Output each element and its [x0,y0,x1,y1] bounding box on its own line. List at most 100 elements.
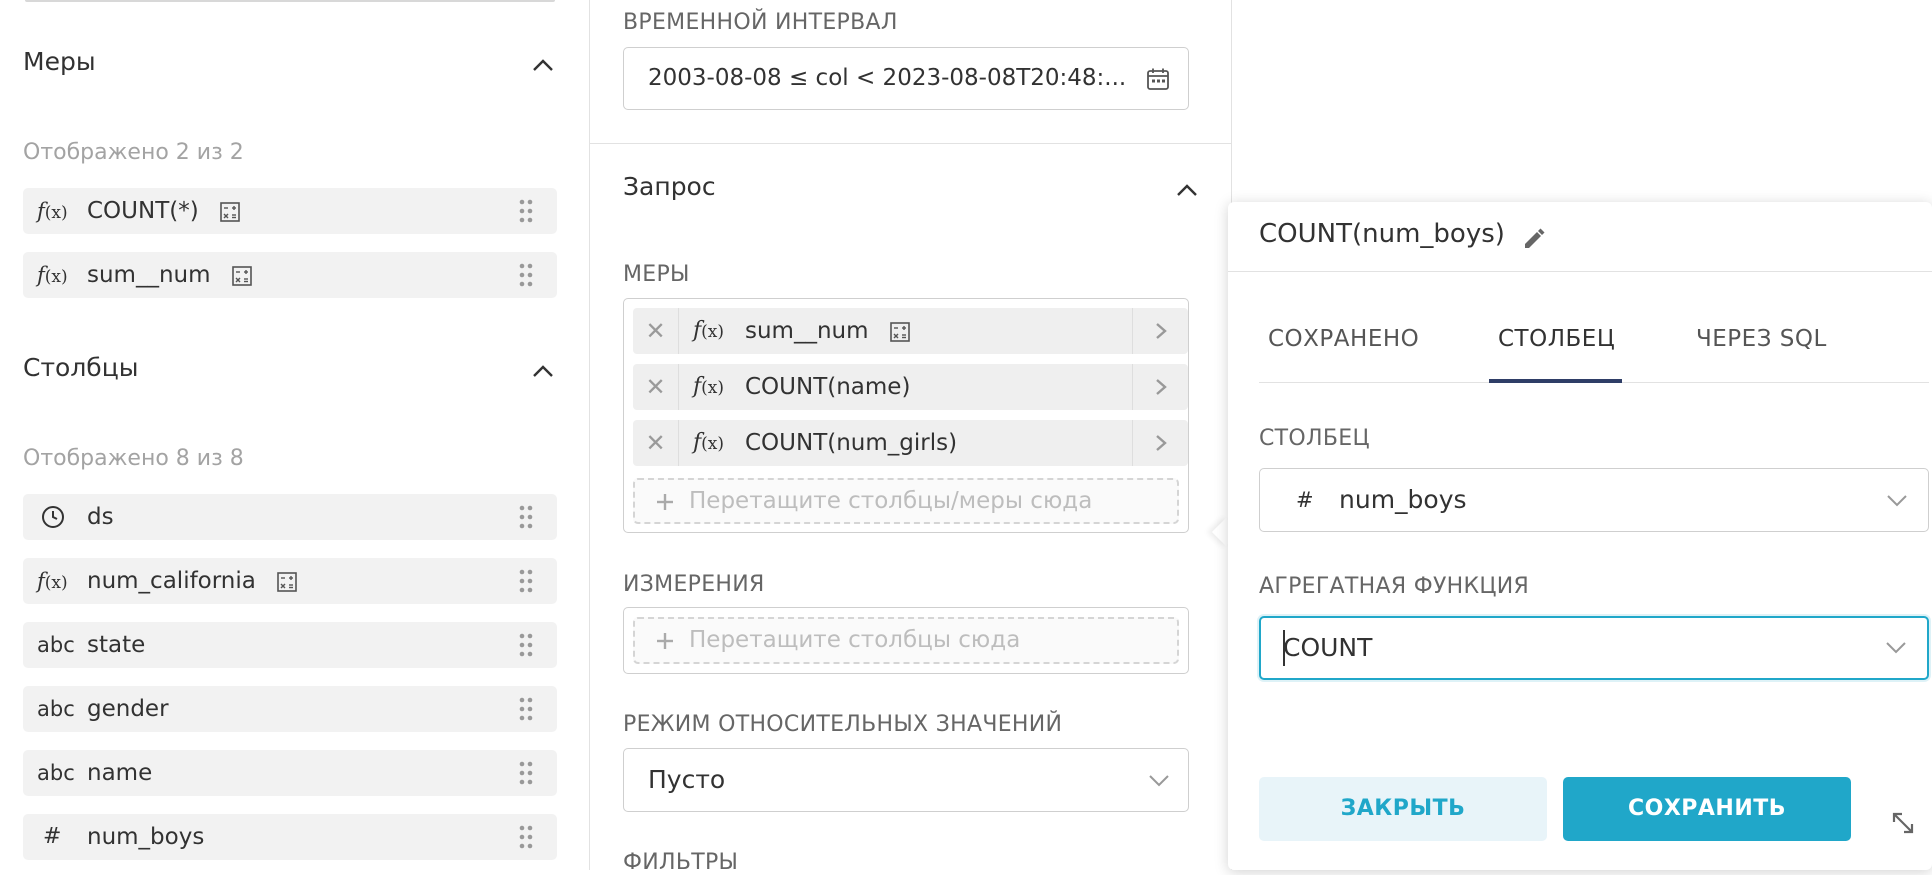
dimensions-dropzone-text: Перетащите столбцы сюда [689,627,1021,653]
metrics-section-title[interactable]: Меры [23,47,96,76]
plus-icon [657,633,673,649]
calculator-icon [220,201,240,222]
column-value: num_boys [1339,485,1467,514]
relative-mode-select[interactable]: Пусто [623,748,1189,812]
time-range-field[interactable]: 2003-08-08 ≤ col < 2023-08-08T20:48:... [623,47,1189,110]
time-range-value: 2003-08-08 ≤ col < 2023-08-08T20:48:... [648,65,1127,91]
metric-label: COUNT(*) [87,198,199,224]
list-item[interactable]: # num_boys [23,814,557,860]
time-range-label: ВРЕМЕННОЙ ИНТЕРВАЛ [623,10,898,35]
metric-label: sum__num [87,262,211,288]
function-icon: f(x) [37,263,68,287]
dimensions-label: ИЗМЕРЕНИЯ [623,572,765,597]
hash-icon: # [1296,488,1314,512]
tab-custom-sql[interactable]: ЧЕРЕЗ SQL [1696,326,1827,352]
drag-handle-icon[interactable] [519,697,533,721]
metrics-dropzone[interactable]: Перетащите столбцы/меры сюда [633,478,1179,524]
function-icon: f(x) [693,430,725,455]
function-icon: f(x) [693,374,725,399]
list-item[interactable]: f(x) sum__num [23,252,557,298]
column-select[interactable]: # num_boys [1259,468,1929,532]
text-type-icon: abc [37,697,75,721]
metric-edit-popover: COUNT(num_boys) СОХРАНЕНО СТОЛБЕЦ ЧЕРЕЗ … [1228,202,1932,870]
column-label: num_california [87,568,256,594]
metric-label: COUNT(name) [745,374,911,400]
metrics-shown-count: Отображено 2 из 2 [23,140,244,165]
drag-handle-icon[interactable] [519,263,533,287]
drag-handle-icon[interactable] [519,825,533,849]
tab-column[interactable]: СТОЛБЕЦ [1498,326,1615,352]
popover-header: COUNT(num_boys) [1228,202,1932,272]
text-type-icon: abc [37,761,75,785]
columns-section-title[interactable]: Столбцы [23,353,138,382]
metric-expand[interactable] [1132,364,1188,410]
active-tab-underline [1489,379,1622,383]
list-item[interactable]: abc gender [23,686,557,732]
clock-icon [42,506,64,528]
chevron-down-icon [1149,775,1169,787]
metrics-label: МЕРЫ [623,262,690,287]
text-type-icon: abc [37,633,75,657]
metric-label: sum__num [745,318,869,344]
list-item[interactable]: abc name [23,750,557,796]
query-section-title[interactable]: Запрос [623,172,716,201]
column-label: ds [87,504,114,530]
close-icon[interactable]: ✕ [633,364,679,410]
relative-mode-label: РЕЖИМ ОТНОСИТЕЛЬНЫХ ЗНАЧЕНИЙ [623,712,1063,737]
calculator-icon [277,571,297,592]
column-label: gender [87,696,169,722]
metric-pill[interactable]: ✕ f(x) COUNT(num_girls) [633,420,1188,466]
aggregate-value: COUNT [1283,633,1373,662]
chevron-right-icon [1156,323,1167,339]
drag-handle-icon[interactable] [519,505,533,529]
columns-shown-count: Отображено 8 из 8 [23,446,244,471]
drag-handle-icon[interactable] [519,569,533,593]
close-button[interactable]: ЗАКРЫТЬ [1259,777,1547,841]
aggregate-select[interactable]: COUNT [1259,616,1929,680]
metric-pill[interactable]: ✕ f(x) sum__num [633,308,1188,354]
save-button[interactable]: СОХРАНИТЬ [1563,777,1851,841]
list-item[interactable]: ds [23,494,557,540]
calendar-icon[interactable] [1146,67,1170,91]
calculator-icon [232,265,252,286]
hash-icon: # [43,824,62,849]
close-icon[interactable]: ✕ [633,420,679,466]
search-field-bottom-edge[interactable] [25,0,555,2]
chevron-down-icon [1886,642,1906,654]
aggregate-label: АГРЕГАТНАЯ ФУНКЦИЯ [1259,574,1530,599]
divider [590,143,1232,144]
tab-saved[interactable]: СОХРАНЕНО [1268,326,1419,352]
column-label: state [87,632,146,658]
chevron-down-icon [1887,495,1907,507]
calculator-icon [890,321,910,342]
chevron-right-icon [1156,435,1167,451]
function-icon: f(x) [37,569,68,593]
list-item[interactable]: f(x) COUNT(*) [23,188,557,234]
chevron-right-icon [1156,379,1167,395]
pencil-icon[interactable] [1521,224,1547,250]
dimensions-dropzone[interactable]: Перетащите столбцы сюда [633,617,1179,664]
chevron-up-icon[interactable] [1174,177,1200,203]
function-icon: f(x) [37,199,68,223]
popover-title[interactable]: COUNT(num_boys) [1259,219,1505,249]
relative-mode-value: Пусто [648,765,726,794]
function-icon: f(x) [693,318,725,343]
resize-icon[interactable] [1888,808,1918,838]
list-item[interactable]: f(x) num_california [23,558,557,604]
metric-expand[interactable] [1132,308,1188,354]
chevron-up-icon[interactable] [530,358,556,384]
drag-handle-icon[interactable] [519,633,533,657]
close-icon[interactable]: ✕ [633,308,679,354]
filters-label: ФИЛЬТРЫ [623,850,739,875]
drag-handle-icon[interactable] [519,199,533,223]
column-label: СТОЛБЕЦ [1259,426,1370,451]
chevron-up-icon[interactable] [530,52,556,78]
drag-handle-icon[interactable] [519,761,533,785]
column-label: num_boys [87,824,205,850]
list-item[interactable]: abc state [23,622,557,668]
datasource-panel: Меры Отображено 2 из 2 f(x) COUNT(*) f(x… [0,0,590,870]
column-label: name [87,760,153,786]
metric-label: COUNT(num_girls) [745,430,958,456]
metric-pill[interactable]: ✕ f(x) COUNT(name) [633,364,1188,410]
metric-expand[interactable] [1132,420,1188,466]
